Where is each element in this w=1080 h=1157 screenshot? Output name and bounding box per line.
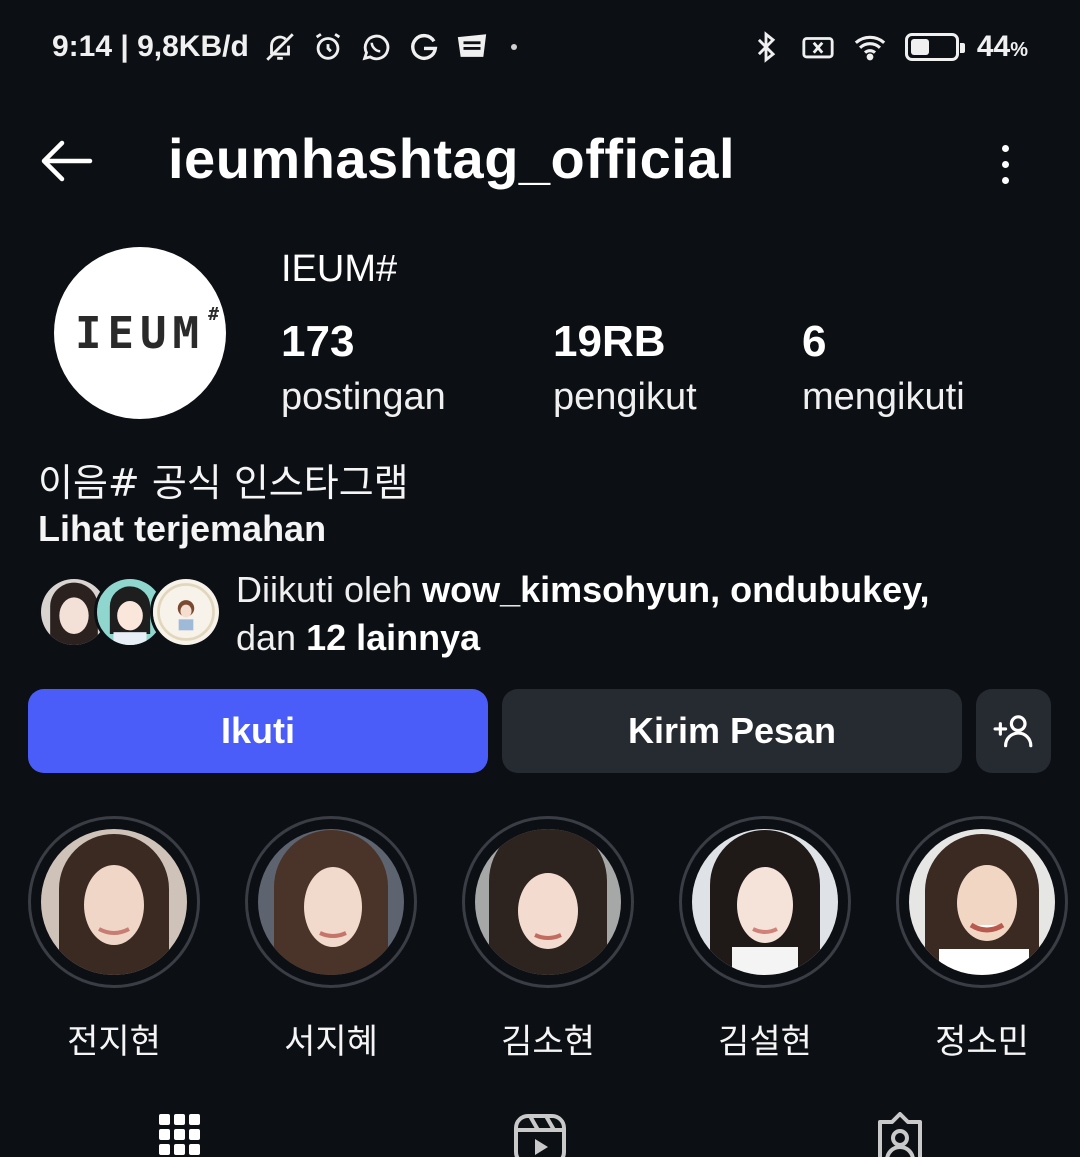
highlight-cover [41, 829, 187, 975]
display-name: IEUM# [281, 248, 398, 290]
more-dot-icon [1001, 160, 1009, 168]
suggested-users-button[interactable] [976, 689, 1051, 773]
reels-icon [514, 1114, 566, 1157]
story-highlight[interactable]: 정소민 [894, 816, 1070, 1063]
highlight-ring [896, 816, 1068, 988]
profile-avatar[interactable]: IEUM # [54, 247, 226, 419]
battery-tip [959, 43, 965, 53]
avatar-logo-text: IEUM [75, 307, 205, 359]
wifi-icon [853, 30, 887, 64]
tab-tagged[interactable] [870, 1112, 930, 1157]
status-bar-left: 9:14 | 9,8KB/d [52, 30, 517, 64]
arrow-left-icon [41, 140, 93, 182]
highlight-ring [245, 816, 417, 988]
tagged-icon [878, 1112, 922, 1157]
stat-followers[interactable]: 19RB pengikut [553, 317, 697, 419]
mutual-followers-avatars[interactable] [38, 576, 222, 648]
profile-header: ieumhashtag_official [0, 118, 1080, 208]
battery-fill [910, 39, 930, 55]
battery-icon [904, 33, 965, 61]
battery-value: 44 [976, 30, 1011, 63]
profile-bio: 이음# 공식 인스타그램 [38, 461, 409, 505]
stat-count: 173 [281, 317, 355, 366]
notification-dot [510, 44, 517, 50]
follow-button[interactable]: Ikuti [28, 689, 488, 773]
followed-prefix: Diikuti oleh [236, 569, 423, 610]
highlight-cover [258, 829, 404, 975]
highlight-label: 김소현 [501, 1022, 595, 1062]
highlight-cover [475, 829, 621, 975]
see-translation-link[interactable]: Lihat terjemahan [38, 508, 326, 550]
highlight-ring [28, 816, 200, 988]
highlight-label: 전지현 [67, 1022, 161, 1062]
battery-unit: % [1010, 39, 1028, 61]
message-button[interactable]: Kirim Pesan [502, 689, 962, 773]
highlight-ring [462, 816, 634, 988]
whatsapp-icon [359, 30, 393, 64]
story-highlight[interactable]: 전지현 [26, 816, 202, 1063]
status-time: 9:14 | 9,8KB/d [52, 30, 249, 63]
story-highlight[interactable]: 김설현 [677, 816, 853, 1063]
avatar [150, 576, 222, 648]
bluetooth-icon [749, 30, 783, 64]
tab-reels[interactable] [510, 1112, 570, 1157]
highlight-cover [692, 829, 838, 975]
highlight-ring [679, 816, 851, 988]
battery-percent: 44% [977, 30, 1028, 64]
story-highlight[interactable]: 서지혜 [243, 816, 419, 1063]
more-dot-icon [1001, 144, 1009, 152]
highlight-cover [909, 829, 1055, 975]
stat-following[interactable]: 6 mengikuti [802, 317, 965, 419]
followed-connector: dan [236, 617, 307, 658]
profile-username: ieumhashtag_official [168, 127, 736, 190]
highlight-label: 서지혜 [284, 1022, 378, 1062]
g-icon [407, 30, 441, 64]
sim-off-icon [801, 30, 835, 64]
more-options-button[interactable] [988, 134, 1022, 194]
back-button[interactable] [38, 136, 94, 186]
avatar-logo-mark: # [208, 303, 219, 325]
avatar-logo: IEUM # [75, 304, 219, 359]
highlight-label: 정소민 [935, 1022, 1029, 1062]
stat-label: mengikuti [802, 376, 965, 418]
mutual-followers-text[interactable]: Diikuti oleh wow_kimsohyun, ondubukey, d… [236, 566, 1046, 662]
mute-icon [263, 30, 297, 64]
story-highlight[interactable]: 김소현 [460, 816, 636, 1063]
stat-count: 19RB [553, 317, 666, 366]
stat-posts[interactable]: 173 postingan [281, 317, 446, 419]
more-dot-icon [1001, 176, 1009, 184]
status-bar-right: 44% [749, 30, 1028, 64]
followed-names: wow_kimsohyun, ondubukey, [422, 569, 930, 610]
tab-posts-grid[interactable] [150, 1112, 210, 1157]
stat-count: 6 [802, 317, 827, 366]
followed-others: 12 lainnya [306, 617, 481, 658]
webtoon-icon [455, 30, 489, 64]
highlight-label: 김설현 [718, 1022, 812, 1062]
status-bar: 9:14 | 9,8KB/d 44% [0, 0, 1080, 100]
alarm-icon [311, 30, 345, 64]
grid-icon [159, 1114, 200, 1155]
stat-label: postingan [281, 376, 446, 418]
add-person-icon [993, 715, 1032, 748]
stat-label: pengikut [553, 376, 697, 418]
